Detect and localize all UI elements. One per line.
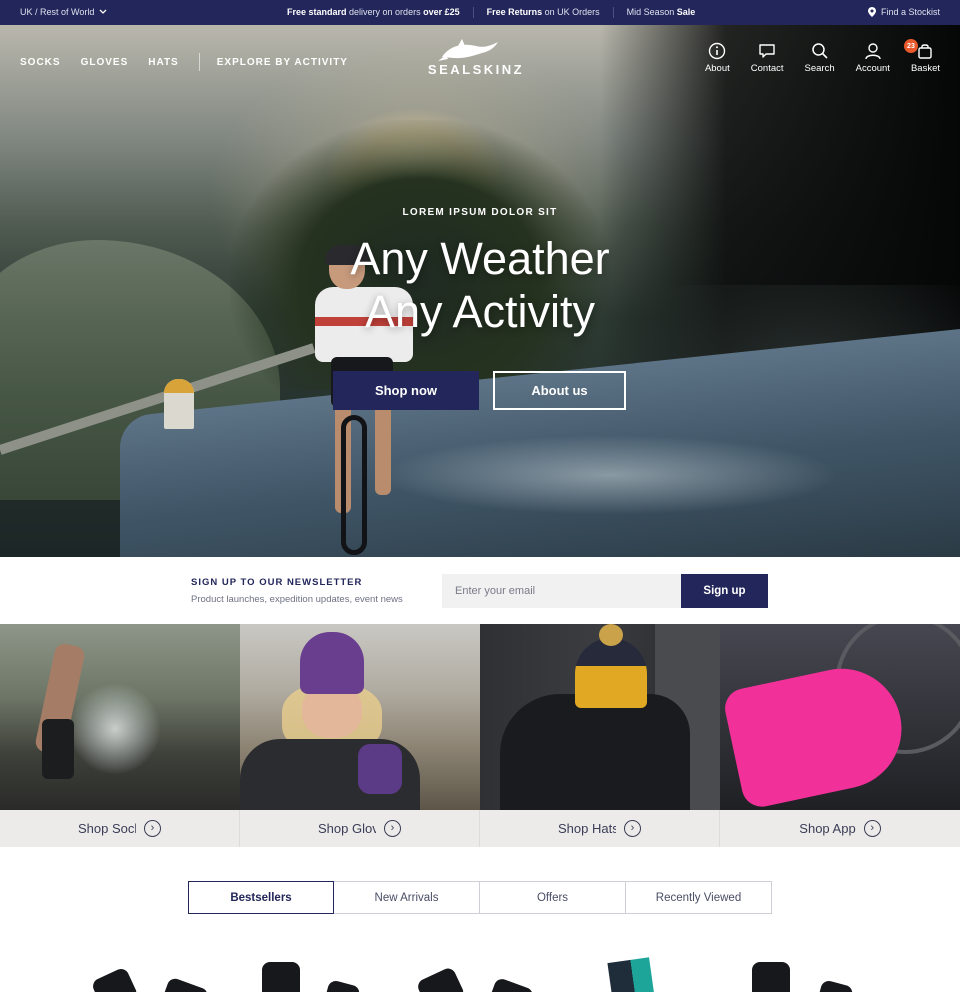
category-bar[interactable]: Shop Hats › xyxy=(480,810,720,847)
chevron-right-icon: › xyxy=(384,820,401,837)
hero-image-road-light xyxy=(380,435,840,515)
chevron-right-icon: › xyxy=(144,820,161,837)
hero-image-road-sign xyxy=(164,379,194,429)
account-label: Account xyxy=(855,63,890,74)
promo-bold: over £25 xyxy=(423,7,460,17)
tab-offers[interactable]: Offers xyxy=(480,881,626,914)
newsletter-title: SIGN UP TO OUR NEWSLETTER xyxy=(191,577,363,588)
hero-title-line-1: Any Weather xyxy=(350,233,610,284)
category-label: Shop App xyxy=(799,821,856,836)
promo-text: on UK Orders xyxy=(542,7,600,17)
sign-up-button[interactable]: Sign up xyxy=(681,574,768,608)
info-icon xyxy=(709,42,726,60)
product-carousel xyxy=(0,945,960,992)
nav-explore-by-activity[interactable]: EXPLORE BY ACTIVITY xyxy=(217,57,348,68)
chevron-right-icon: › xyxy=(863,820,881,837)
category-image-gloves xyxy=(240,624,480,810)
category-image-hats xyxy=(480,624,720,810)
category-tile-hats[interactable]: Shop Hats › xyxy=(480,624,720,847)
category-label: Shop Hats xyxy=(558,821,616,836)
promo-strip: Free standard delivery on orders over £2… xyxy=(287,7,708,18)
about-us-button[interactable]: About us xyxy=(493,371,626,410)
region-selector[interactable]: UK / Rest of World xyxy=(20,7,107,17)
location-pin-icon xyxy=(867,7,876,17)
basket-count-badge: 23 xyxy=(903,39,918,53)
promo-sale[interactable]: Mid Season Sale xyxy=(612,7,709,18)
nav-hats[interactable]: HATS xyxy=(148,57,178,68)
category-bar[interactable]: Shop App › xyxy=(720,810,960,847)
category-bar[interactable]: Shop Gloves › xyxy=(240,810,480,847)
category-tile-gloves[interactable]: Shop Gloves › xyxy=(240,624,480,847)
chat-icon xyxy=(759,44,775,58)
seal-logo-icon xyxy=(438,39,498,61)
hero-title-line-2: Any Activity xyxy=(364,286,596,337)
chevron-right-icon: › xyxy=(624,820,641,837)
search-icon xyxy=(811,43,828,59)
contact-link[interactable]: Contact xyxy=(751,42,784,74)
about-label: About xyxy=(704,63,730,74)
promo-free-delivery: Free standard delivery on orders over £2… xyxy=(287,7,473,18)
tab-recently-viewed[interactable]: Recently Viewed xyxy=(626,881,772,914)
header-actions: About Contact Search Account 23 Basket xyxy=(684,39,940,74)
hero-eyebrow: LOREM IPSUM DOLOR SIT xyxy=(402,207,558,218)
site-logo[interactable]: SEALSKINZ xyxy=(420,37,532,79)
promo-bold: Sale xyxy=(676,7,696,17)
basket-label: Basket xyxy=(910,63,940,74)
tab-new-arrivals[interactable]: New Arrivals xyxy=(334,881,480,914)
category-label: Shop Socks xyxy=(78,821,136,836)
about-link[interactable]: About xyxy=(705,42,730,74)
promo-bold: Free Returns xyxy=(486,7,543,17)
nav-divider xyxy=(198,53,200,71)
main-nav: SOCKS GLOVES HATS EXPLORE BY ACTIVITY xyxy=(20,53,368,71)
find-stockist-link[interactable]: Find a Stockist xyxy=(867,7,940,17)
nav-socks[interactable]: SOCKS xyxy=(20,57,61,68)
category-image-app xyxy=(720,624,960,810)
account-link[interactable]: Account xyxy=(856,42,890,74)
newsletter-signup: SIGN UP TO OUR NEWSLETTER Product launch… xyxy=(0,557,960,624)
shop-now-button[interactable]: Shop now xyxy=(333,371,479,410)
category-tile-socks[interactable]: Shop Socks › xyxy=(0,624,240,847)
stockist-label: Find a Stockist xyxy=(880,7,940,17)
announcement-bar: UK / Rest of World Free standard deliver… xyxy=(0,0,960,25)
search-button[interactable]: Search xyxy=(805,42,835,74)
basket-link[interactable]: 23 Basket xyxy=(903,39,940,74)
category-tiles: Shop Socks › Shop Gloves › Shop Hats › S… xyxy=(0,624,960,847)
promo-text: delivery on orders xyxy=(346,7,424,17)
email-input[interactable] xyxy=(442,574,681,608)
search-label: Search xyxy=(804,63,835,74)
contact-label: Contact xyxy=(750,63,784,74)
account-icon xyxy=(865,43,881,60)
basket-icon xyxy=(918,44,933,59)
nav-gloves[interactable]: GLOVES xyxy=(81,57,129,68)
chevron-down-icon xyxy=(99,9,107,14)
promo-text: Mid Season xyxy=(626,7,677,17)
hero-title: Any Weather Any Activity xyxy=(0,232,960,338)
category-label: Shop Gloves xyxy=(318,821,376,836)
category-bar[interactable]: Shop Socks › xyxy=(0,810,240,847)
category-image-socks xyxy=(0,624,240,810)
promo-free-returns: Free Returns on UK Orders xyxy=(472,7,613,18)
product-tabs: Bestsellers New Arrivals Offers Recently… xyxy=(188,881,772,914)
region-label: UK / Rest of World xyxy=(20,7,95,17)
category-tile-app[interactable]: Shop App › xyxy=(720,624,960,847)
promo-bold: Free standard xyxy=(287,7,347,17)
tab-bestsellers[interactable]: Bestsellers xyxy=(188,881,334,914)
newsletter-subtitle: Product launches, expedition updates, ev… xyxy=(191,594,403,605)
logo-wordmark: SEALSKINZ xyxy=(427,62,525,77)
